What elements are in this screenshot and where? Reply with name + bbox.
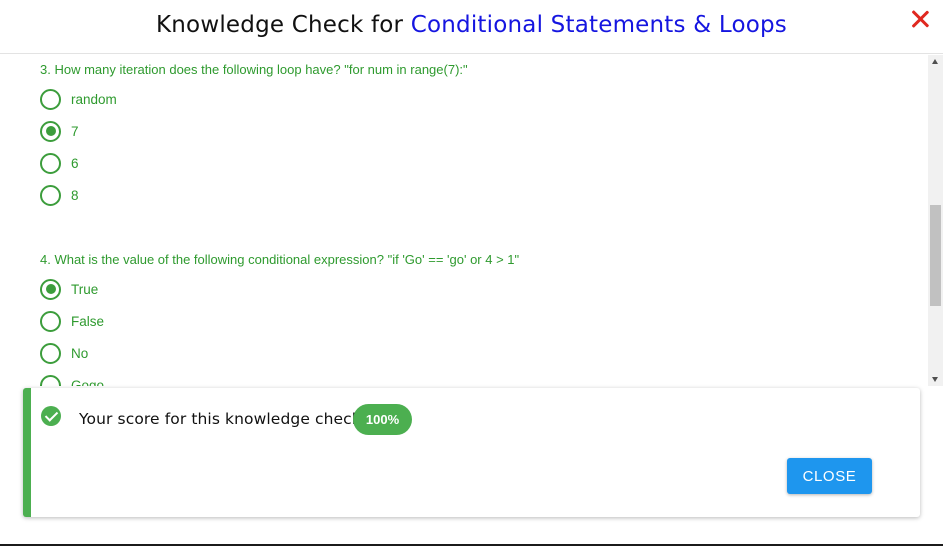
radio-unchecked-icon[interactable] bbox=[40, 88, 61, 110]
score-badge: 100% bbox=[353, 404, 412, 435]
modal-header: Knowledge Check for Conditional Statemen… bbox=[0, 0, 943, 54]
option-label: No bbox=[71, 345, 89, 361]
title-topic: Conditional Statements & Loops bbox=[410, 12, 787, 38]
option-label: True bbox=[71, 281, 99, 297]
question-3-option-8[interactable]: 8 bbox=[40, 184, 79, 206]
radio-unchecked-icon[interactable] bbox=[40, 342, 61, 364]
scroll-up-arrow-icon[interactable] bbox=[932, 59, 938, 64]
question-4-text: 4. What is the value of the following co… bbox=[40, 252, 520, 267]
modal-title: Knowledge Check for Conditional Statemen… bbox=[0, 12, 943, 38]
score-message: Your score for this knowledge check: bbox=[79, 410, 367, 428]
question-4-option-true[interactable]: True bbox=[40, 278, 98, 300]
option-label: False bbox=[71, 313, 105, 329]
radio-unchecked-icon[interactable] bbox=[40, 184, 61, 206]
question-4-option-false[interactable]: False bbox=[40, 310, 104, 332]
question-3-option-7[interactable]: 7 bbox=[40, 120, 79, 142]
question-4-option-gogo[interactable]: Gogo bbox=[40, 374, 104, 386]
option-label: random bbox=[71, 91, 117, 107]
question-3-text: 3. How many iteration does the following… bbox=[40, 62, 468, 77]
option-label: Gogo bbox=[71, 377, 105, 387]
radio-unchecked-icon[interactable] bbox=[40, 310, 61, 332]
radio-unchecked-icon[interactable] bbox=[40, 374, 61, 386]
option-label: 6 bbox=[71, 155, 79, 171]
radio-checked-icon[interactable] bbox=[40, 278, 61, 300]
scroll-down-arrow-icon[interactable] bbox=[932, 377, 938, 382]
check-circle-icon bbox=[41, 406, 61, 426]
question-3-option-random[interactable]: random bbox=[40, 88, 117, 110]
close-button[interactable]: CLOSE bbox=[787, 458, 872, 494]
radio-unchecked-icon[interactable] bbox=[40, 152, 61, 174]
radio-checked-icon[interactable] bbox=[40, 120, 61, 142]
vertical-scrollbar[interactable] bbox=[928, 55, 943, 386]
option-label: 8 bbox=[71, 187, 79, 203]
option-label: 7 bbox=[71, 123, 79, 139]
questions-list[interactable]: 3. How many iteration does the following… bbox=[0, 55, 928, 386]
scrollbar-thumb[interactable] bbox=[930, 205, 941, 306]
title-prefix: Knowledge Check for bbox=[155, 12, 404, 38]
question-3-option-6[interactable]: 6 bbox=[40, 152, 79, 174]
close-x-icon[interactable] bbox=[910, 9, 930, 29]
score-result-card: Your score for this knowledge check: 100… bbox=[23, 388, 920, 517]
question-4-option-no[interactable]: No bbox=[40, 342, 88, 364]
